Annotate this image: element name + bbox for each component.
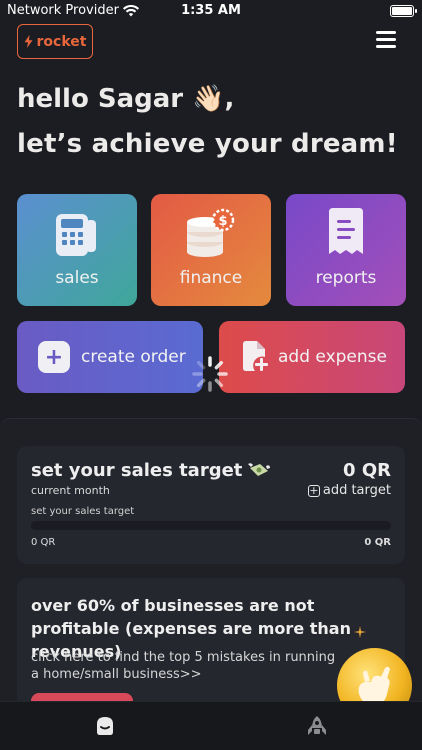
app-logo-button[interactable]: rocket (17, 24, 93, 59)
sales-target-amount: 0 QR (343, 460, 391, 481)
sales-target-title-row: set your sales target (31, 460, 271, 481)
add-target-label: add target (322, 483, 391, 498)
sales-target-title: set your sales target (31, 460, 243, 481)
home-icon[interactable] (93, 714, 117, 738)
add-square-icon: + (307, 483, 320, 497)
status-bar: Network Provider 1:35 AM (0, 0, 422, 22)
plus-icon: + (38, 341, 70, 373)
add-document-icon (243, 341, 268, 371)
sales-target-progress-bar (31, 521, 391, 530)
tip-body-link[interactable]: click here to find the top 5 mistakes in… (31, 649, 341, 683)
add-expense-button[interactable]: add expense (219, 321, 405, 393)
greeting-line1: hello Sagar 👋🏻, (17, 84, 235, 114)
hamburger-menu-icon[interactable] (376, 31, 396, 48)
battery-icon (390, 5, 417, 17)
flying-money-icon (248, 462, 271, 476)
lightning-icon (24, 35, 33, 48)
cash-register-icon (56, 214, 96, 256)
tile-sales[interactable]: sales (17, 194, 137, 306)
progress-min-label: 0 QR (31, 537, 56, 548)
tile-reports[interactable]: reports (286, 194, 406, 306)
tile-finance[interactable]: $ finance (151, 194, 271, 306)
sales-target-card[interactable]: set your sales target current month 0 QR… (17, 446, 405, 564)
sales-target-caption: set your sales target (31, 506, 135, 517)
svg-text:$: $ (218, 214, 227, 229)
logo-text: rocket (36, 33, 87, 50)
sparkle-icon (354, 626, 366, 638)
create-order-label: create order (81, 347, 186, 367)
add-target-button[interactable]: + add target (307, 483, 391, 498)
progress-max-label: 0 QR (364, 537, 391, 548)
create-order-button[interactable]: + create order (17, 321, 203, 393)
sales-target-period: current month (31, 484, 110, 497)
tile-sales-label: sales (55, 268, 99, 288)
rocket-icon[interactable] (305, 714, 329, 738)
tile-finance-label: finance (179, 268, 243, 288)
loading-spinner-icon (192, 356, 228, 392)
tile-reports-label: reports (315, 268, 377, 288)
receipt-icon (329, 208, 363, 254)
coins-icon: $ (187, 208, 235, 257)
add-expense-label: add expense (278, 347, 387, 367)
clock: 1:35 AM (181, 3, 241, 18)
greeting-line2: let’s achieve your dream! (17, 129, 398, 159)
bottom-tab-bar (0, 701, 422, 750)
